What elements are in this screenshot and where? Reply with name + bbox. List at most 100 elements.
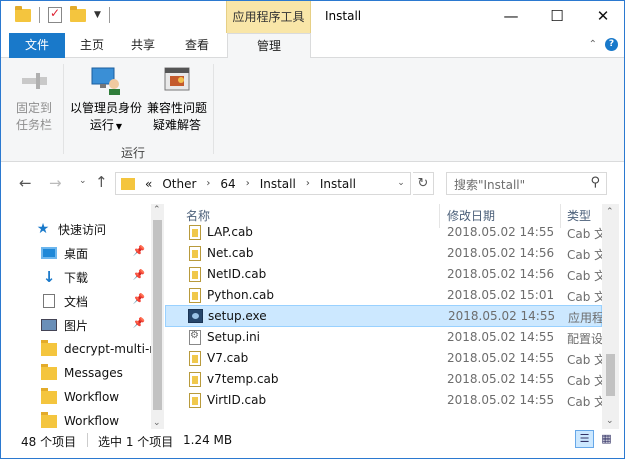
pin-icon[interactable]: 📌 (133, 270, 145, 281)
pin-icon (18, 64, 50, 96)
sidebar-item-folder[interactable]: Messages (41, 361, 151, 385)
sidebar-item-downloads[interactable]: ↓ 下载 📌 (41, 265, 151, 289)
search-icon[interactable]: ⚲ (590, 175, 600, 190)
search-placeholder: 搜索"Install" (454, 178, 526, 192)
table-row[interactable]: Python.cab 2018.05.02 15:01 Cab 文 (165, 285, 602, 306)
folder-icon (41, 339, 57, 356)
tab-home[interactable]: 主页 (67, 33, 117, 58)
file-list-scrollbar[interactable]: ⌃ ⌄ (602, 204, 619, 429)
cab-file-icon (189, 351, 201, 366)
cab-file-icon (189, 372, 201, 387)
run-as-admin-label-line2: 运行 ▼ (67, 117, 145, 135)
ribbon-divider (213, 64, 214, 154)
file-name: v7temp.cab (207, 372, 279, 386)
recent-locations-icon[interactable]: ⌄ (79, 176, 87, 186)
scrollbar-thumb[interactable] (153, 220, 162, 410)
compatibility-icon (161, 64, 193, 96)
details-view-icon[interactable]: ☰ (575, 430, 594, 448)
pin-label-line1: 固定到 (15, 101, 52, 115)
ribbon-tabs: 文件 主页 共享 查看 管理 ⌃ ? (1, 33, 624, 59)
breadcrumb-item[interactable]: Other (162, 177, 196, 191)
pin-label-line2: 任务栏 (15, 118, 52, 132)
table-row[interactable]: NetID.cab 2018.05.02 14:56 Cab 文 (165, 264, 602, 285)
ribbon-group-label: 运行 (121, 146, 146, 160)
ribbon-divider (63, 64, 64, 154)
cab-file-icon (189, 246, 201, 261)
compatibility-label-line1: 兼容性问题 (146, 101, 207, 115)
tab-manage[interactable]: 管理 (227, 33, 311, 59)
table-row[interactable]: V7.cab 2018.05.02 14:55 Cab 文 (165, 348, 602, 369)
help-icon[interactable]: ? (605, 38, 618, 51)
tab-file[interactable]: 文件 (9, 33, 65, 58)
file-date: 2018.05.02 14:56 (447, 267, 555, 281)
table-row[interactable]: LAP.cab 2018.05.02 14:55 Cab 文 (165, 222, 602, 243)
cab-file-icon (189, 393, 201, 408)
file-type: 配置设 (567, 332, 602, 346)
scrollbar-thumb[interactable] (606, 354, 615, 396)
pin-icon[interactable]: 📌 (133, 294, 145, 305)
search-input[interactable]: 搜索"Install" ⚲ (446, 172, 607, 195)
folder-icon (41, 363, 57, 380)
address-bar[interactable]: « Other › 64 › Install › Install ⌄ (115, 172, 411, 195)
pin-to-taskbar-button[interactable]: 固定到 任务栏 (11, 64, 57, 134)
breadcrumb-item[interactable]: Install (320, 177, 356, 191)
table-row[interactable]: v7temp.cab 2018.05.02 14:55 Cab 文 (165, 369, 602, 390)
compatibility-troubleshoot-button[interactable]: 兼容性问题 疑难解答 (145, 64, 209, 134)
table-row[interactable]: VirtID.cab 2018.05.02 14:55 Cab 文 (165, 390, 602, 411)
table-row[interactable]: Net.cab 2018.05.02 14:56 Cab 文 (165, 243, 602, 264)
minimize-button[interactable]: — (488, 1, 534, 31)
new-folder-icon[interactable] (70, 5, 86, 22)
sidebar-item-folder[interactable]: Workflow (41, 385, 151, 409)
back-arrow-icon[interactable]: ← (19, 174, 32, 192)
toolbar-divider (39, 7, 40, 23)
breadcrumb-overflow[interactable]: « (145, 177, 152, 191)
customize-toolbar-icon[interactable]: ▼ (94, 10, 101, 20)
pin-icon[interactable]: 📌 (133, 246, 145, 257)
item-count: 48 个项目 (21, 435, 77, 449)
chevron-right-icon[interactable]: › (206, 178, 210, 189)
run-as-admin-label-line1: 以管理员身份 (69, 101, 142, 115)
file-type: 应用程 (568, 311, 602, 325)
sidebar-item-desktop[interactable]: 桌面 📌 (41, 241, 151, 265)
file-type: Cab 文 (567, 227, 602, 241)
forward-arrow-icon[interactable]: → (49, 174, 62, 192)
tab-share[interactable]: 共享 (117, 33, 169, 58)
table-row-selected[interactable]: setup.exe 2018.05.02 14:55 应用程 (165, 305, 602, 327)
maximize-button[interactable]: ☐ (534, 1, 580, 31)
tab-view[interactable]: 查看 (169, 33, 225, 58)
cab-file-icon (189, 288, 201, 303)
sidebar-scrollbar[interactable]: ⌃ ⌄ (151, 204, 164, 429)
ribbon-panel: 固定到 任务栏 以管理员身份 运行 ▼ 兼容性问题 疑难解答 运行 (1, 58, 624, 162)
close-button[interactable]: ✕ (580, 1, 624, 31)
view-toggle: ☰ ▦ (575, 430, 616, 448)
sidebar-item-documents[interactable]: 文档 📌 (41, 289, 151, 313)
properties-icon[interactable] (48, 6, 62, 23)
pin-icon[interactable]: 📌 (133, 318, 145, 329)
sidebar-item-label: 文档 (64, 294, 89, 309)
chevron-right-icon[interactable]: › (246, 178, 250, 189)
sidebar-item-pictures[interactable]: 图片 📌 (41, 313, 151, 337)
chevron-down-icon[interactable]: ⌄ (392, 173, 410, 194)
large-icons-view-icon[interactable]: ▦ (597, 430, 616, 448)
folder-icon[interactable] (15, 5, 31, 22)
run-as-admin-button[interactable]: 以管理员身份 运行 ▼ (67, 64, 145, 135)
refresh-button[interactable]: ↻ (413, 172, 434, 195)
chevron-up-icon[interactable]: ⌃ (589, 39, 597, 50)
chevron-down-icon[interactable]: ⌄ (153, 418, 161, 428)
chevron-up-icon[interactable]: ⌃ (153, 205, 161, 215)
breadcrumb-item[interactable]: 64 (220, 177, 235, 191)
file-date: 2018.05.02 14:55 (447, 330, 555, 344)
sidebar-item-label: Workflow (64, 390, 120, 404)
breadcrumb-item[interactable]: Install (260, 177, 296, 191)
sidebar-item-folder[interactable]: decrypt-multi-r (41, 337, 151, 361)
file-name: VirtID.cab (207, 393, 267, 407)
toolbar-divider (108, 7, 110, 23)
table-row[interactable]: Setup.ini 2018.05.02 14:55 配置设 (165, 327, 602, 348)
file-type: Cab 文 (567, 395, 602, 409)
chevron-right-icon[interactable]: › (306, 178, 310, 189)
chevron-up-icon[interactable]: ⌃ (606, 207, 614, 217)
folder-icon (41, 387, 57, 404)
sidebar-item-quick-access[interactable]: ★ 快速访问 (35, 217, 151, 241)
up-arrow-icon[interactable]: ↑ (95, 173, 108, 191)
chevron-down-icon[interactable]: ⌄ (606, 416, 614, 426)
